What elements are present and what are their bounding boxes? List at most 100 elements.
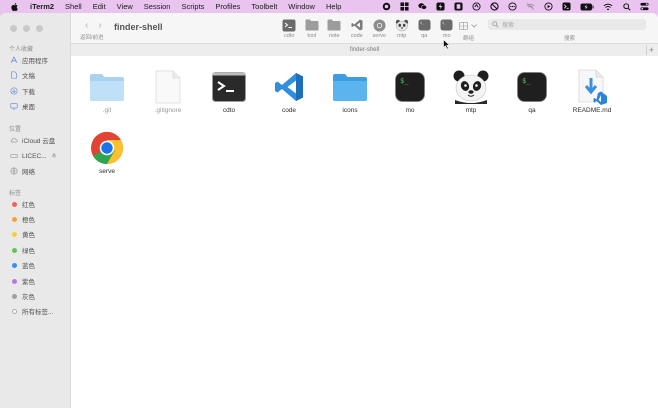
record-icon[interactable] (382, 2, 391, 11)
menu-toolbelt[interactable]: Toolbelt (251, 2, 277, 11)
file-item-cdto[interactable]: cdto (201, 69, 257, 114)
search-icon[interactable] (622, 2, 631, 11)
menu-scripts[interactable]: Scripts (181, 2, 204, 11)
sidebar-item-label: 下载 (22, 89, 35, 96)
terminal-icon[interactable] (562, 2, 571, 11)
apps-icon (10, 56, 18, 64)
toolbar-item-label: code (350, 33, 363, 39)
menu-profiles[interactable]: Profiles (215, 2, 240, 11)
svg-text:$_: $_ (522, 77, 531, 85)
sidebar-all-tags[interactable]: 所有标签... (10, 306, 53, 316)
file-item-code[interactable]: code (261, 69, 317, 114)
grid-icon[interactable] (400, 2, 409, 11)
folder-icon (330, 69, 370, 105)
cloud-icon (10, 136, 18, 144)
menu-edit[interactable]: Edit (93, 2, 106, 11)
group-view-switch[interactable] (459, 21, 481, 30)
toolbar-item-cdto[interactable]: cdto (278, 18, 301, 39)
close-button[interactable] (10, 25, 17, 32)
file-item-gitignore[interactable]: .gitignore (140, 69, 196, 114)
circle-icon[interactable] (472, 2, 481, 11)
sidebar-item-label: iCloud 云盘 (22, 138, 56, 145)
search-field[interactable]: 搜索 (488, 19, 646, 30)
sidebar-item-desktop[interactable]: 桌面 (10, 101, 35, 111)
toolbar-item-code[interactable]: code (346, 18, 369, 39)
sidebar-tag-green[interactable]: 绿色 (10, 245, 35, 255)
bolt-icon[interactable] (436, 2, 445, 11)
sidebar-item-icloud[interactable]: iCloud 云盘 (10, 135, 55, 145)
menu-shell[interactable]: Shell (65, 2, 82, 11)
file-name: .git (102, 107, 112, 114)
file-name: serve (99, 168, 115, 175)
zoom-button[interactable] (36, 25, 43, 32)
locations-header: 位置 (9, 127, 22, 133)
menu-view[interactable]: View (117, 2, 133, 11)
file-item-mo[interactable]: $_ mo (382, 69, 438, 114)
sidebar-item-label: LICEC... (22, 152, 47, 160)
control-center-icon[interactable] (640, 2, 649, 11)
no-entry-icon[interactable] (490, 2, 499, 11)
sidebar-tag-gray[interactable]: 灰色 (10, 291, 35, 301)
menu-iterm2[interactable]: iTerm2 (30, 2, 54, 11)
file-name: icons (342, 107, 358, 114)
tag-dot-icon (10, 230, 18, 238)
sidebar-item-label: 黄色 (22, 232, 35, 239)
file-item-git[interactable]: .git (79, 69, 135, 114)
sidebar-item-label: 文稿 (22, 73, 35, 80)
vscode-icon (269, 69, 309, 105)
panda-icon (451, 69, 491, 105)
file-grid: .git .gitignore cdto code icons $_ mo mt… (71, 57, 658, 408)
wechat-icon[interactable] (418, 2, 427, 11)
add-tab-button[interactable]: + (646, 45, 656, 55)
apple-icon[interactable] (10, 2, 20, 12)
path-label: finder-shell (349, 47, 380, 53)
network-icon (10, 167, 18, 175)
sidebar-item-label: 网络 (22, 169, 35, 176)
toolbar-item-serve[interactable]: serve (368, 18, 391, 39)
nav-caption: 返回/前进 (80, 35, 104, 41)
eject-icon[interactable] (51, 152, 57, 160)
sidebar-item-downloads[interactable]: 下载 (10, 86, 35, 96)
sidebar: 个人收藏 应用程序 文稿 下载 桌面 位置 iCloud 云盘 LICEC... (0, 13, 71, 408)
battery-icon (580, 2, 594, 11)
toolbar-item-note[interactable]: note (323, 18, 346, 39)
wifi-icon[interactable] (603, 2, 613, 11)
tag-dot-icon (10, 277, 18, 285)
menu-help[interactable]: Help (326, 2, 341, 11)
sidebar-tag-yellow[interactable]: 黄色 (10, 229, 35, 239)
tag-dot-icon (10, 292, 18, 300)
sidebar-item-documents[interactable]: 文稿 (10, 70, 35, 80)
wifi-slash-icon[interactable] (526, 2, 535, 11)
sidebar-item-label: 桌面 (22, 104, 35, 111)
toolbar-item-mo[interactable]: $_ mo (436, 18, 459, 39)
minimize-button[interactable] (23, 25, 30, 32)
sidebar-item-disk[interactable]: LICEC... (10, 151, 57, 161)
file-item-readme[interactable]: README.md (564, 69, 620, 114)
file-item-serve[interactable]: serve (79, 130, 135, 175)
tag-dot-icon (10, 261, 18, 269)
outline-icon[interactable] (454, 2, 463, 11)
menu-session[interactable]: Session (144, 2, 171, 11)
terminal-icon (282, 18, 296, 32)
folder-icon (305, 18, 319, 32)
tag-dot-icon (10, 200, 18, 208)
sidebar-tag-purple[interactable]: 紫色 (10, 276, 35, 286)
sidebar-item-network[interactable]: 网络 (10, 166, 35, 176)
back-chevron-icon[interactable]: ‹ (85, 20, 88, 31)
file-item-qa[interactable]: $_ qa (504, 69, 560, 114)
download-icon (10, 87, 18, 95)
file-item-icons[interactable]: icons (322, 69, 378, 114)
sidebar-item-label: 所有标签... (22, 309, 54, 316)
play-icon[interactable] (544, 2, 553, 11)
toolbar-item-tool[interactable]: tool (301, 18, 324, 39)
sidebar-tag-orange[interactable]: 橙色 (10, 214, 35, 224)
menu-window[interactable]: Window (288, 2, 315, 11)
dots-icon[interactable] (508, 2, 517, 11)
sidebar-tag-red[interactable]: 红色 (10, 199, 35, 209)
file-item-mtp[interactable]: mtp (443, 69, 499, 114)
sidebar-item-applications[interactable]: 应用程序 (10, 55, 48, 65)
sidebar-tag-blue[interactable]: 蓝色 (10, 260, 35, 270)
forward-chevron-icon[interactable]: › (98, 20, 101, 31)
toolbar-item-qa[interactable]: $_ qa (413, 18, 436, 39)
toolbar-item-mtp[interactable]: mtp (391, 18, 414, 39)
